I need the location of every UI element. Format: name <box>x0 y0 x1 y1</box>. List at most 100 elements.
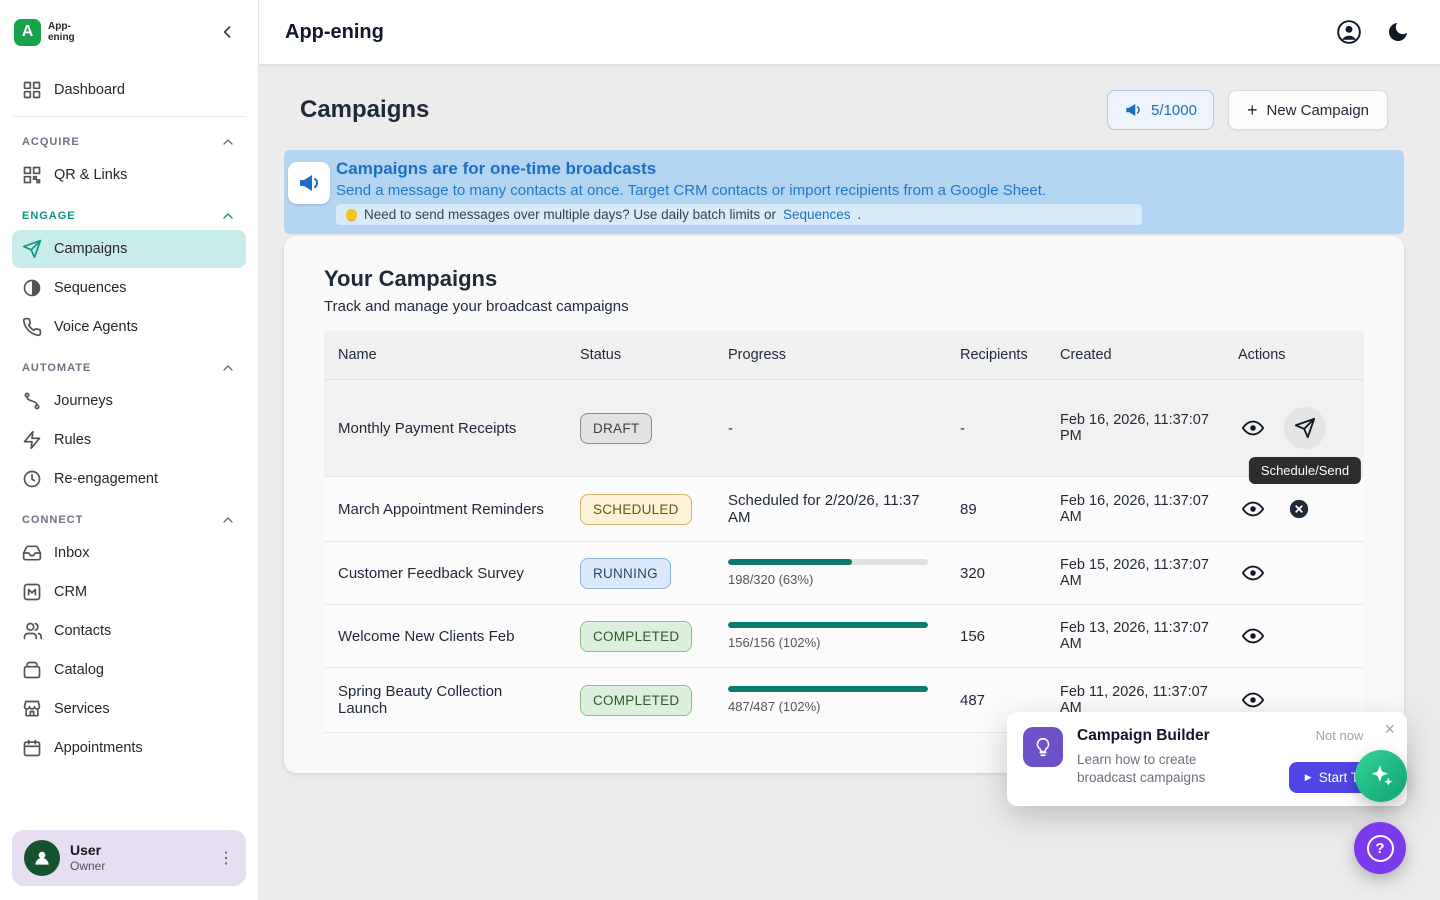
progress-label: 156/156 (102%) <box>728 635 932 650</box>
sidebar-item-rules[interactable]: Rules <box>12 421 246 459</box>
progress-bar <box>728 686 928 692</box>
lightbulb-icon <box>346 209 357 220</box>
sidebar-item-label: Catalog <box>54 662 104 678</box>
column-header-recipients: Recipients <box>946 331 1046 380</box>
table-row[interactable]: Monthly Payment Receipts DRAFT - - Feb 1… <box>324 380 1364 477</box>
sidebar-item-inbox[interactable]: Inbox <box>12 534 246 572</box>
phone-icon <box>22 317 42 337</box>
close-icon[interactable]: × <box>1384 720 1395 738</box>
campaign-name: Customer Feedback Survey <box>324 542 566 605</box>
sidebar-item-campaigns[interactable]: Campaigns <box>12 230 246 268</box>
table-row[interactable]: Welcome New Clients Feb COMPLETED 156/15… <box>324 605 1364 668</box>
calendar-icon <box>22 738 42 758</box>
sidebar-item-label: Journeys <box>54 393 113 409</box>
recipients-cell: 320 <box>946 542 1046 605</box>
new-campaign-label: New Campaign <box>1266 102 1369 119</box>
moon-icon <box>1386 20 1410 44</box>
half-circle-icon <box>22 278 42 298</box>
sidebar-item-label: Voice Agents <box>54 319 138 335</box>
eye-icon <box>1242 689 1264 711</box>
campaigns-card: Your Campaigns Track and manage your bro… <box>284 236 1404 773</box>
view-campaign-button[interactable] <box>1238 558 1268 588</box>
sidebar-item-services[interactable]: Services <box>12 690 246 728</box>
progress-label: 487/487 (102%) <box>728 699 932 714</box>
not-now-button[interactable]: Not now <box>1316 728 1364 743</box>
eye-icon <box>1242 417 1264 439</box>
tip-text: Need to send messages over multiple days… <box>364 207 776 222</box>
help-fab[interactable]: ? <box>1354 822 1406 874</box>
account-button[interactable] <box>1336 19 1362 45</box>
view-campaign-button[interactable] <box>1238 685 1268 715</box>
eye-icon <box>1242 625 1264 647</box>
theme-toggle-button[interactable] <box>1386 20 1410 44</box>
campaigns-table: Name Status Progress Recipients Created … <box>324 331 1364 733</box>
progress-label: 198/320 (63%) <box>728 572 932 587</box>
sidebar-item-appointments[interactable]: Appointments <box>12 729 246 767</box>
route-icon <box>22 391 42 411</box>
page-header: Campaigns 5/1000 + New Campaign <box>284 78 1404 150</box>
user-card[interactable]: User Owner ⋮ <box>12 830 246 886</box>
banner-subtitle: Send a message to many contacts at once.… <box>336 182 1388 199</box>
logo-icon: A <box>14 19 41 46</box>
toast-title: Campaign Builder <box>1077 727 1210 745</box>
campaign-name: Spring Beauty Collection Launch <box>324 668 566 733</box>
campaign-usage-badge[interactable]: 5/1000 <box>1107 90 1214 130</box>
chevron-left-icon <box>218 22 238 42</box>
user-name: User <box>70 842 105 860</box>
cancel-campaign-button[interactable] <box>1284 494 1314 524</box>
user-role: Owner <box>70 859 105 874</box>
sidebar-item-re-engagement[interactable]: Re-engagement <box>12 460 246 498</box>
view-campaign-button[interactable] <box>1238 494 1268 524</box>
sidebar-item-crm[interactable]: CRM <box>12 573 246 611</box>
column-header-name: Name <box>324 331 566 380</box>
users-icon <box>22 621 42 641</box>
briefcase-icon <box>22 660 42 680</box>
sidebar-item-voice-agents[interactable]: Voice Agents <box>12 308 246 346</box>
person-icon <box>32 848 52 868</box>
paper-plane-icon <box>1294 417 1316 439</box>
section-header-connect[interactable]: CONNECT <box>12 499 246 533</box>
column-header-progress: Progress <box>714 331 946 380</box>
sidebar-item-catalog[interactable]: Catalog <box>12 651 246 689</box>
toast-text: Learn how to create broadcast campaigns <box>1077 751 1252 787</box>
sidebar-item-contacts[interactable]: Contacts <box>12 612 246 650</box>
user-menu-button[interactable]: ⋮ <box>218 848 234 868</box>
table-row[interactable]: Customer Feedback Survey RUNNING 198/320… <box>324 542 1364 605</box>
sidebar-item-dashboard[interactable]: Dashboard <box>12 71 246 109</box>
storefront-icon <box>22 699 42 719</box>
created-cell: Feb 16, 2026, 11:37:07 AM <box>1046 477 1224 542</box>
progress-cell: 156/156 (102%) <box>714 605 946 668</box>
megaphone-icon <box>1124 101 1142 119</box>
row-actions <box>1238 685 1350 715</box>
view-campaign-button[interactable] <box>1238 413 1268 443</box>
progress-bar-fill <box>728 559 852 565</box>
section-label: ENGAGE <box>22 210 76 222</box>
sequences-link[interactable]: Sequences <box>783 207 851 222</box>
view-campaign-button[interactable] <box>1238 621 1268 651</box>
banner-title: Campaigns are for one-time broadcasts <box>336 159 1388 179</box>
section-header-automate[interactable]: AUTOMATE <box>12 347 246 381</box>
topbar-title: App-ening <box>285 21 384 44</box>
sidebar-item-label: Services <box>54 701 110 717</box>
progress-bar <box>728 559 928 565</box>
status-badge: RUNNING <box>580 558 671 589</box>
sidebar-header: A App- ening <box>0 0 258 64</box>
paper-plane-icon <box>22 239 42 259</box>
section-header-engage[interactable]: ENGAGE <box>12 195 246 229</box>
sidebar-item-qr-links[interactable]: QR & Links <box>12 156 246 194</box>
progress-bar-fill <box>728 622 928 628</box>
broadcast-info-banner: Campaigns are for one-time broadcasts Se… <box>284 150 1404 234</box>
sidebar-item-journeys[interactable]: Journeys <box>12 382 246 420</box>
table-row[interactable]: March Appointment Reminders SCHEDULED Sc… <box>324 477 1364 542</box>
chevron-up-icon <box>220 208 236 224</box>
column-header-actions: Actions <box>1224 331 1364 380</box>
section-header-acquire[interactable]: ACQUIRE <box>12 121 246 155</box>
sidebar-item-label: Contacts <box>54 623 111 639</box>
sidebar-item-sequences[interactable]: Sequences <box>12 269 246 307</box>
schedule-send-button[interactable] <box>1284 407 1326 449</box>
sidebar-item-label: CRM <box>54 584 87 600</box>
sidebar-collapse-button[interactable] <box>214 18 242 46</box>
sidebar: A App- ening Dashboard ACQUIRE <box>0 0 259 900</box>
new-campaign-button[interactable]: + New Campaign <box>1228 90 1388 130</box>
ai-assistant-fab[interactable] <box>1355 750 1407 802</box>
